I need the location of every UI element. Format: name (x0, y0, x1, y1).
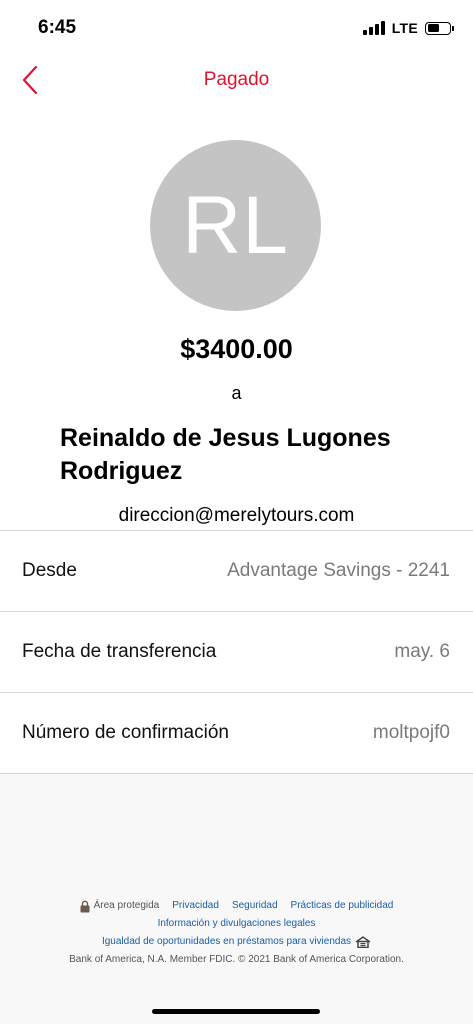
privacy-link[interactable]: Privacidad (172, 897, 219, 915)
detail-value: Advantage Savings - 2241 (227, 560, 450, 581)
home-indicator[interactable] (152, 1009, 320, 1014)
payment-amount: $3400.00 (180, 334, 293, 364)
detail-label: Fecha de transferencia (22, 641, 217, 662)
status-indicators: LTE (362, 19, 454, 37)
detail-row-from: Desde Advantage Savings - 2241 (0, 531, 473, 612)
avatar: RL (150, 140, 321, 311)
battery-icon (425, 21, 454, 35)
recipient-connector: a (231, 383, 242, 403)
detail-value: may. 6 (394, 641, 450, 662)
detail-value: moltpojf0 (372, 722, 450, 743)
equal-housing-label: Igualdad de oportunidades en préstamos p… (101, 936, 352, 947)
payment-details: Desde Advantage Savings - 2241 Fecha de … (0, 530, 473, 774)
page-title: Pagado (203, 69, 270, 90)
detail-row-confirmation: Número de confirmación moltpojf0 (0, 693, 473, 774)
footer-links-row: Área protegida Privacidad Seguridad Prác… (0, 897, 473, 915)
network-type: LTE (391, 20, 418, 36)
secure-area-link[interactable]: Área protegida (80, 897, 160, 915)
status-time: 6:45 (38, 17, 77, 38)
advertising-practices-link[interactable]: Prácticas de publicidad (291, 897, 394, 915)
recipient-email: direccion@merelytours.com (118, 505, 355, 526)
nav-header: Pagado (0, 56, 473, 106)
copyright-text: Bank of America, N.A. Member FDIC. © 202… (69, 954, 404, 965)
secure-area-label: Área protegida (93, 900, 160, 911)
status-bar: 6:45 LTE (0, 0, 473, 56)
avatar-initials: RL (182, 179, 289, 271)
equal-housing-link[interactable]: Igualdad de oportunidades en préstamos p… (102, 933, 371, 951)
signal-icon (362, 21, 385, 35)
footer-housing-row: Igualdad de oportunidades en préstamos p… (0, 933, 473, 951)
footer: Área protegida Privacidad Seguridad Prác… (0, 897, 473, 969)
footer-legal-row: Información y divulgaciones legales (0, 915, 473, 933)
detail-label: Desde (22, 560, 77, 581)
detail-row-transfer-date: Fecha de transferencia may. 6 (0, 612, 473, 693)
footer-copyright-row: Bank of America, N.A. Member FDIC. © 202… (0, 951, 473, 969)
legal-disclosures-link[interactable]: Información y divulgaciones legales (158, 915, 316, 933)
detail-label: Número de confirmación (22, 722, 229, 743)
lock-icon (80, 900, 90, 912)
recipient-name: Reinaldo de Jesus Lugones Rodriguez (60, 424, 391, 485)
security-link[interactable]: Seguridad (232, 897, 278, 915)
equal-housing-icon (355, 936, 371, 948)
